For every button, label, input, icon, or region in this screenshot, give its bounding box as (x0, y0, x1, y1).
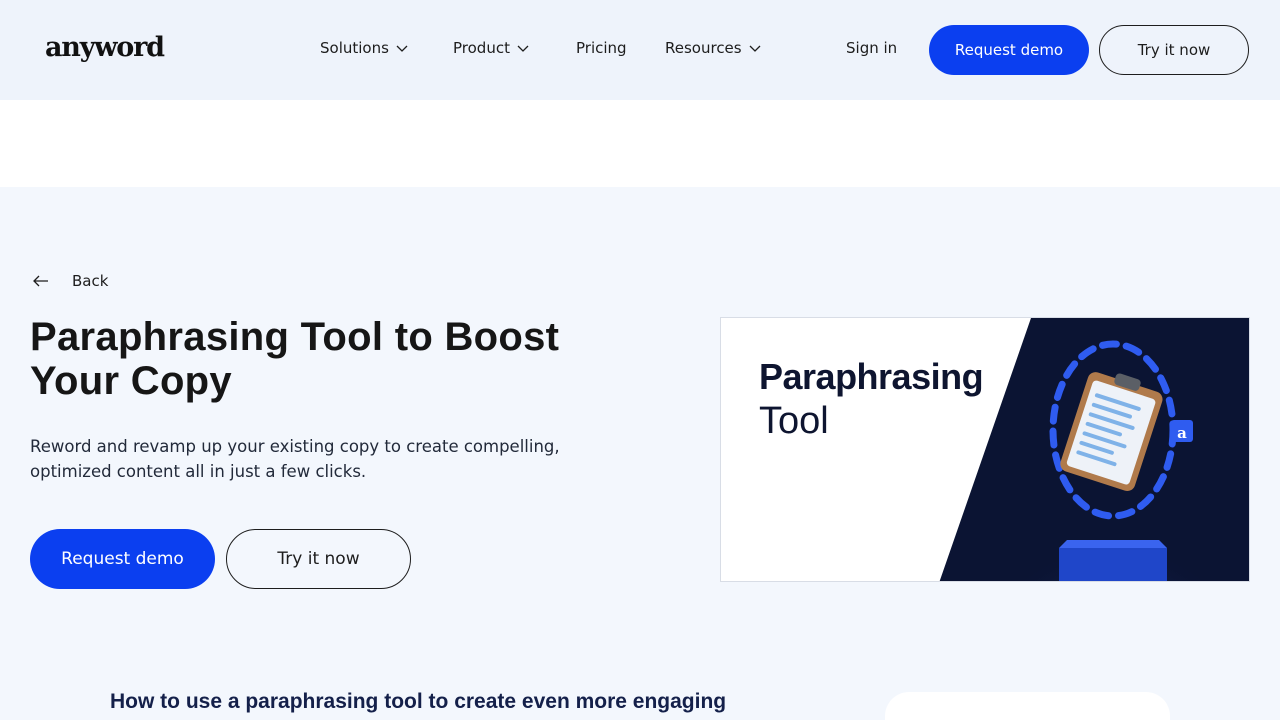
image-subtitle: Tool (759, 400, 829, 442)
badge-letter: a (1177, 424, 1187, 442)
pedestal-face (1059, 540, 1167, 548)
image-title: Paraphrasing (759, 356, 984, 397)
side-card (885, 692, 1170, 720)
chevron-down-icon (396, 45, 408, 52)
arrow-left-icon (33, 275, 48, 287)
nav-solutions-label: Solutions (320, 39, 389, 57)
nav-product[interactable]: Product (453, 39, 530, 57)
header-try-it-now-button[interactable]: Try it now (1099, 25, 1249, 75)
header-request-demo-button[interactable]: Request demo (929, 25, 1089, 75)
back-label: Back (72, 272, 109, 290)
sign-in-link[interactable]: Sign in (846, 39, 897, 57)
hero-image: a Paraphrasing Tool (720, 317, 1250, 582)
nav-pricing-label: Pricing (576, 39, 627, 57)
hero-request-demo-button[interactable]: Request demo (30, 529, 215, 589)
pedestal-top (1059, 548, 1167, 581)
hero-try-it-now-button[interactable]: Try it now (226, 529, 411, 589)
nav-resources-label: Resources (665, 39, 742, 57)
back-link[interactable]: Back (30, 270, 108, 292)
chevron-down-icon (517, 45, 529, 52)
banner-strip (0, 100, 1280, 187)
nav-solutions[interactable]: Solutions (320, 39, 409, 57)
section-heading: How to use a paraphrasing tool to create… (110, 690, 727, 713)
nav-pricing[interactable]: Pricing (576, 39, 627, 57)
nav-resources[interactable]: Resources (665, 39, 762, 57)
nav-product-label: Product (453, 39, 510, 57)
site-header: anyword Solutions Product Pricing Resour… (0, 0, 1280, 100)
page-title: Paraphrasing Tool to Boost Your Copy (30, 315, 560, 403)
chevron-down-icon (749, 45, 761, 52)
hero-description: Reword and revamp up your existing copy … (30, 437, 560, 481)
anyword-logo[interactable]: anyword (45, 32, 165, 63)
